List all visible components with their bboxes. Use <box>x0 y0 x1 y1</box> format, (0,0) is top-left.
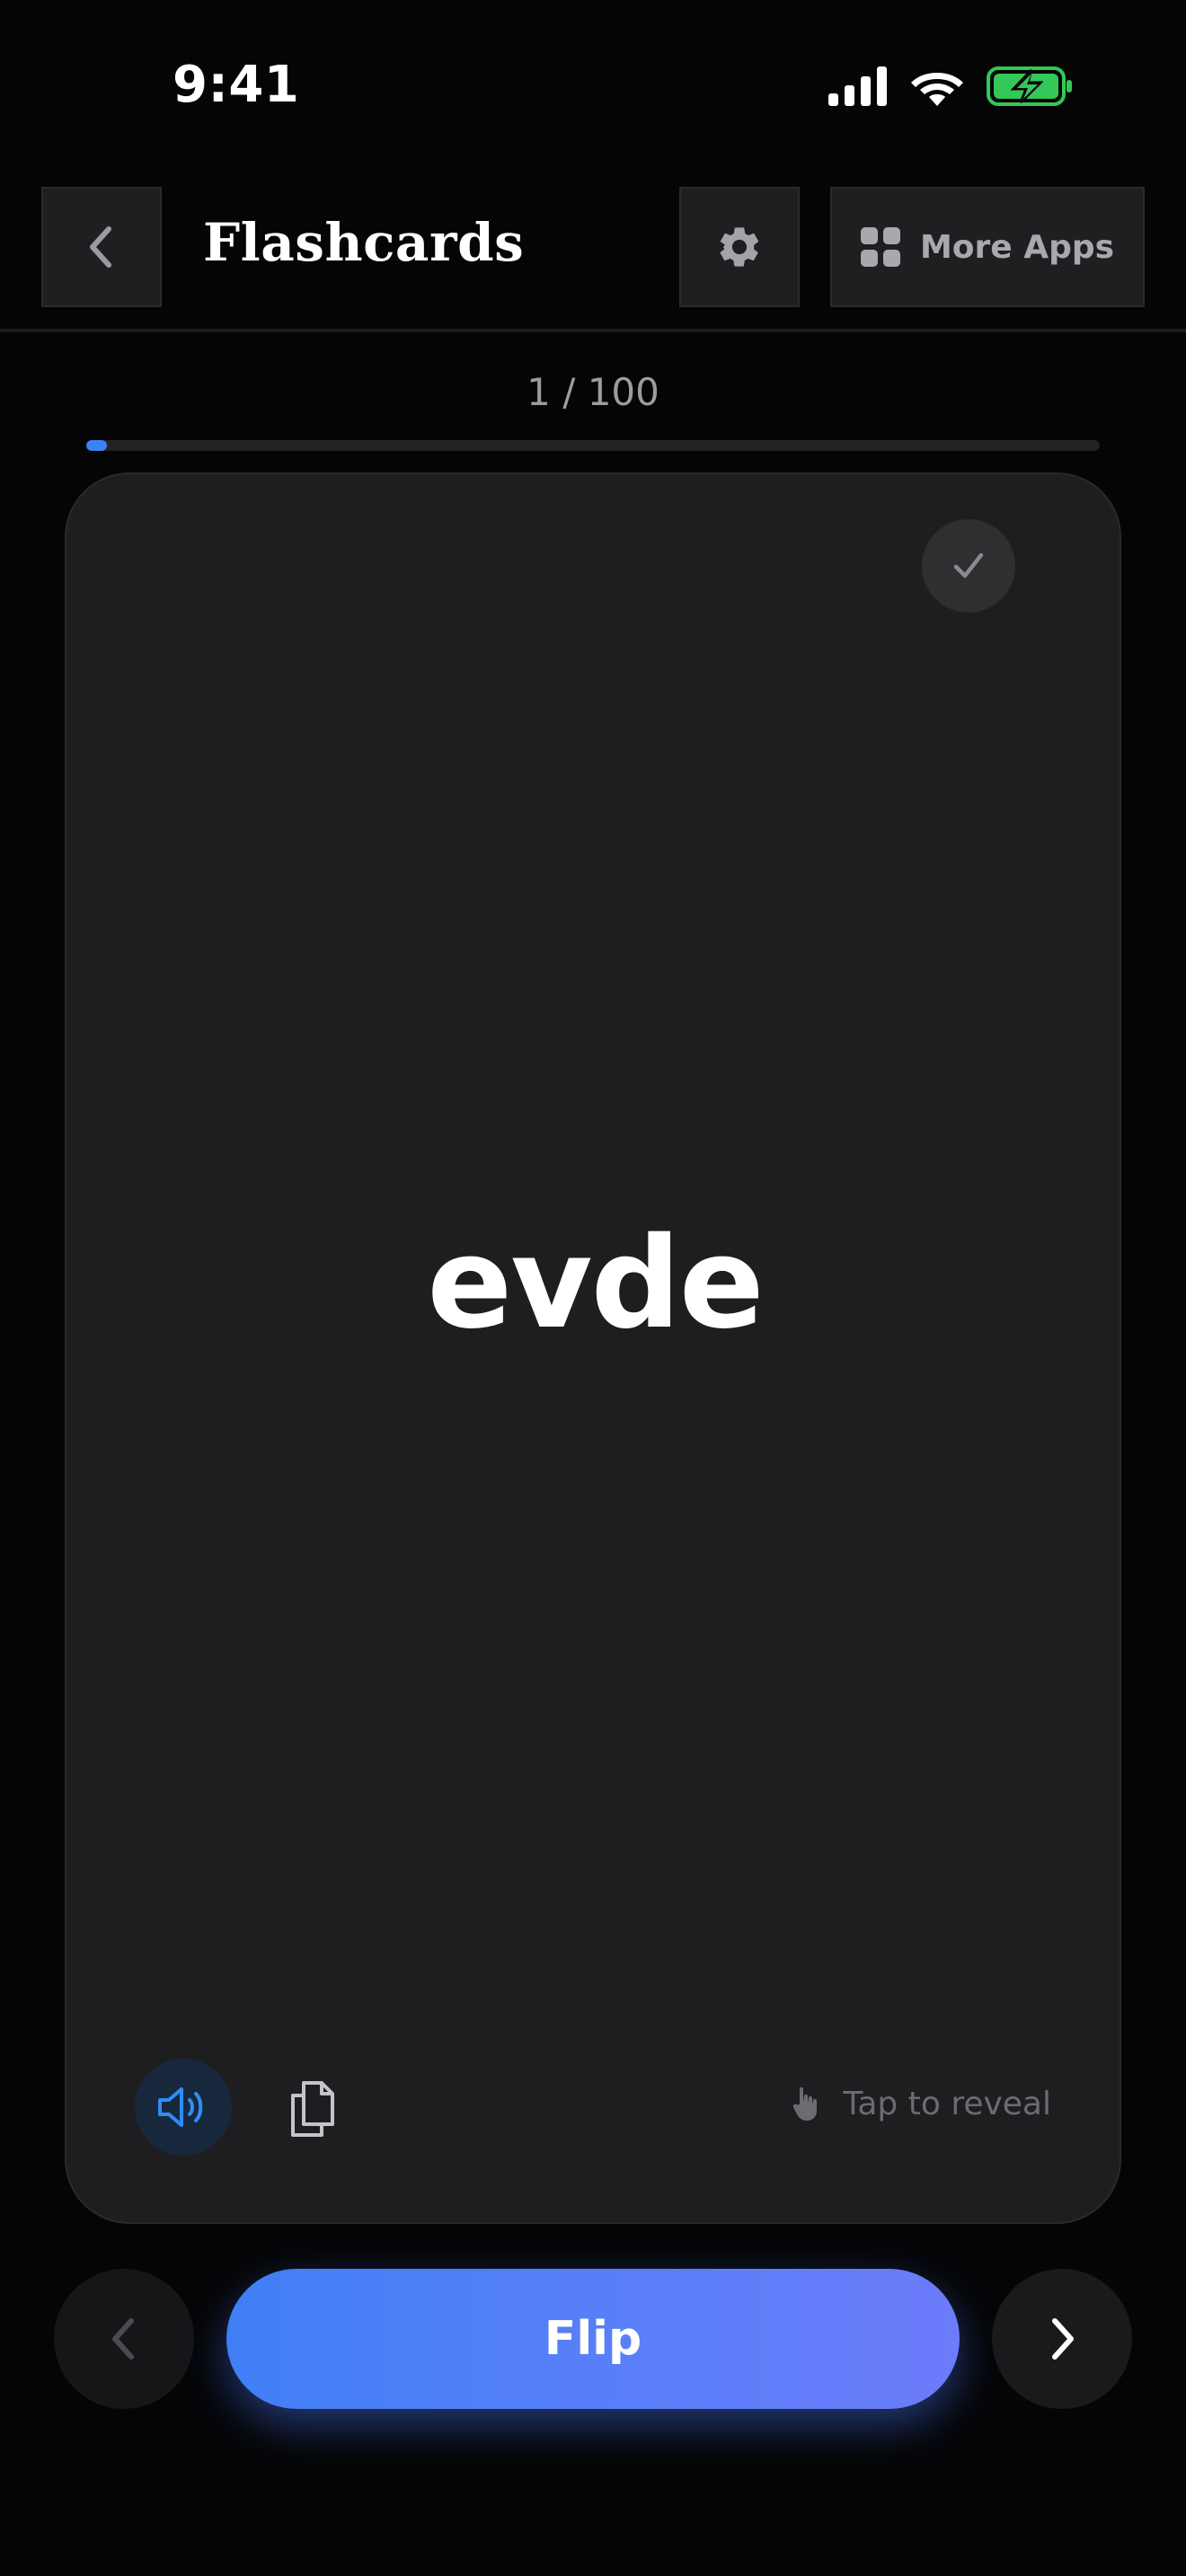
tap-hint-label: Tap to reveal <box>843 2085 1051 2122</box>
card-word: evde <box>427 1211 764 1357</box>
mark-known-button[interactable] <box>922 519 1015 613</box>
speak-button[interactable] <box>135 2059 232 2156</box>
progress-counter: 1 / 100 <box>527 370 659 414</box>
next-card-button[interactable] <box>992 2269 1132 2409</box>
status-icons <box>828 65 1075 108</box>
gear-icon <box>720 227 759 267</box>
battery-charging-icon <box>987 66 1072 106</box>
checkmark-icon <box>953 552 984 578</box>
chevron-left-icon <box>90 226 111 268</box>
wifi-icon <box>911 73 963 106</box>
flashcards-screen: 9:41 Flashcards More Apps 1 / 100 evde T… <box>0 0 1186 2576</box>
header-divider <box>0 329 1186 332</box>
tap-to-reveal-hint: Tap to reveal <box>789 2084 1051 2123</box>
chevron-right-icon <box>1052 2318 1074 2360</box>
grid-icon <box>860 227 900 267</box>
signal-icon <box>828 66 887 106</box>
previous-card-button[interactable] <box>54 2269 194 2409</box>
page-title: Flashcards <box>203 212 525 273</box>
more-apps-button[interactable]: More Apps <box>830 187 1145 307</box>
settings-button[interactable] <box>679 187 800 307</box>
back-button[interactable] <box>41 187 162 307</box>
copy-button[interactable] <box>279 2075 347 2143</box>
chevron-left-icon <box>112 2318 134 2360</box>
speaker-icon <box>158 2087 203 2127</box>
more-apps-label: More Apps <box>919 228 1115 266</box>
flashcard[interactable]: evde Tap to reveal <box>65 472 1121 2224</box>
progress-bar <box>86 440 1100 451</box>
hand-tap-icon <box>793 2086 818 2121</box>
flip-button[interactable]: Flip <box>226 2269 960 2409</box>
copy-icon <box>291 2081 334 2137</box>
progress-fill <box>86 440 107 451</box>
status-time: 9:41 <box>173 56 300 114</box>
